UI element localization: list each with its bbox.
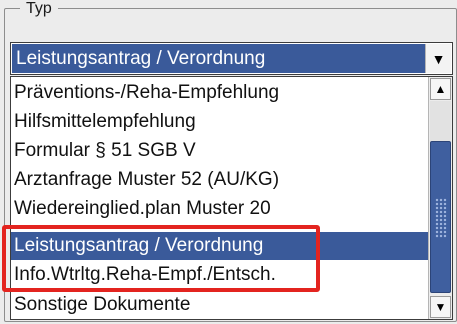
combo-selected-value[interactable]: Leistungsantrag / Verordnung (12, 44, 425, 73)
arrow-up-icon: ▲ (434, 82, 447, 96)
scroll-down-button[interactable]: ▼ (430, 296, 451, 318)
arrow-down-icon: ▼ (434, 300, 447, 314)
type-dropdown-list[interactable]: Präventions-/Reha-Empfehlung Hilfsmittel… (10, 76, 453, 320)
combo-dropdown-button[interactable]: ▼ (425, 44, 451, 73)
type-combobox[interactable]: Leistungsantrag / Verordnung ▼ (10, 42, 453, 75)
list-item[interactable]: Wiedereinglied.plan Muster 20 (11, 195, 428, 223)
list-scrollbar[interactable]: ▲ ▼ (428, 77, 452, 319)
list-item[interactable]: Formular § 51 SGB V (11, 137, 428, 165)
scroll-up-button[interactable]: ▲ (430, 78, 451, 100)
list-item[interactable]: Arztanfrage Muster 52 (AU/KG) (11, 166, 428, 194)
list-rows: Präventions-/Reha-Empfehlung Hilfsmittel… (11, 77, 428, 319)
list-item[interactable]: Info.Wtrltg.Reha-Empf./Entsch. (11, 261, 428, 289)
group-title: Typ (20, 0, 58, 18)
scroll-thumb[interactable] (430, 141, 451, 293)
list-item[interactable]: Sonstige Dokumente (11, 291, 428, 319)
list-item[interactable]: Präventions-/Reha-Empfehlung (11, 79, 428, 107)
chevron-down-icon: ▼ (431, 50, 446, 67)
scroll-track[interactable] (430, 101, 451, 141)
list-item[interactable]: Leistungsantrag / Verordnung (11, 232, 428, 260)
list-item[interactable]: Hilfsmittelempfehlung (11, 108, 428, 136)
grip-icon (435, 198, 447, 238)
dialog-frame: Typ Leistungsantrag / Verordnung ▼ Präve… (0, 0, 457, 324)
